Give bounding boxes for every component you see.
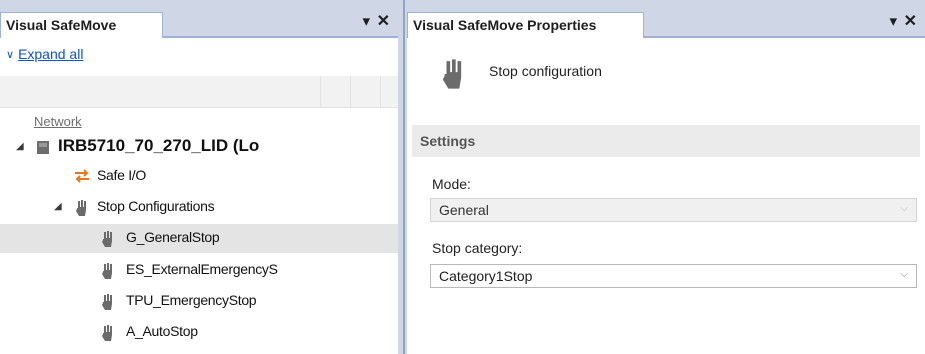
collapse-arrow-icon[interactable]: ◢ bbox=[54, 201, 62, 212]
expand-all-link[interactable]: Expand all bbox=[18, 46, 83, 62]
tab-visual-safemove[interactable]: Visual SafeMove bbox=[0, 12, 163, 38]
stop-hand-icon bbox=[441, 56, 463, 95]
chevron-down-icon: ⌵ bbox=[900, 203, 908, 214]
panel-splitter[interactable] bbox=[403, 0, 405, 354]
stop-hand-icon bbox=[101, 324, 113, 345]
stop-hand-icon bbox=[101, 230, 113, 251]
tree-item-label: Stop Configurations bbox=[97, 198, 215, 214]
settings-section-header: Settings bbox=[412, 125, 920, 157]
toolbar-divider bbox=[380, 76, 381, 108]
close-icon[interactable]: ✕ bbox=[904, 12, 917, 32]
tab-visual-safemove-properties[interactable]: Visual SafeMove Properties bbox=[407, 12, 644, 38]
collapse-arrow-icon[interactable]: ◢ bbox=[16, 141, 24, 152]
mode-label: Mode: bbox=[432, 176, 471, 192]
chevron-down-icon: ⌵ bbox=[900, 269, 908, 280]
pin-dropdown-icon[interactable]: ▾ bbox=[362, 12, 370, 32]
tree-item-robot[interactable]: ◢ IRB5710_70_270_LID (Lo bbox=[0, 133, 398, 162]
tree-item-label: G_GeneralStop bbox=[126, 229, 220, 245]
visual-safemove-panel: Visual SafeMove ▾ ✕ ∨ Expand all Network … bbox=[0, 0, 398, 354]
right-panel-titlebar: Visual SafeMove Properties ▾ ✕ bbox=[407, 0, 925, 38]
stop-category-label: Stop category: bbox=[432, 240, 523, 256]
swap-arrows-icon bbox=[74, 169, 90, 186]
tree-item-label: Safe I/O bbox=[97, 167, 146, 183]
close-icon[interactable]: ✕ bbox=[377, 12, 390, 32]
tree-item-safe-io[interactable]: Safe I/O bbox=[0, 162, 398, 191]
tree-item-label: ES_ExternalEmergencyS bbox=[126, 261, 278, 277]
toolbar-strip bbox=[0, 76, 398, 108]
toolbar-divider bbox=[320, 76, 321, 108]
tree-item-stop[interactable]: ES_ExternalEmergencyS bbox=[0, 256, 398, 285]
toolbar-divider bbox=[350, 76, 351, 108]
robot-controller-icon bbox=[36, 140, 50, 159]
mode-select[interactable]: General ⌵ bbox=[430, 198, 917, 222]
stop-hand-icon bbox=[101, 293, 113, 314]
tree-item-stop-configurations[interactable]: ◢ Stop Configurations bbox=[0, 193, 398, 222]
tree-item-stop[interactable]: TPU_EmergencyStop bbox=[0, 287, 398, 316]
tree-item-stop[interactable]: A_AutoStop bbox=[0, 318, 398, 347]
mode-select-value: General bbox=[439, 202, 489, 218]
tree-item-label: TPU_EmergencyStop bbox=[126, 292, 257, 308]
visual-safemove-properties-panel: Visual SafeMove Properties ▾ ✕ Stop conf… bbox=[407, 0, 925, 354]
stop-category-select[interactable]: Category1Stop ⌵ bbox=[430, 264, 917, 288]
stop-hand-icon bbox=[101, 262, 113, 283]
stop-hand-icon bbox=[75, 199, 87, 220]
tree-item-label: A_AutoStop bbox=[126, 323, 198, 339]
expand-all-row[interactable]: ∨ Expand all bbox=[6, 46, 83, 62]
network-label: Network bbox=[34, 114, 82, 129]
tree-item-label: IRB5710_70_270_LID (Lo bbox=[58, 136, 260, 155]
stop-category-select-value: Category1Stop bbox=[439, 268, 533, 284]
properties-header-title: Stop configuration bbox=[489, 63, 602, 79]
double-chevron-down-icon: ∨ bbox=[6, 49, 15, 61]
tree-item-stop[interactable]: G_GeneralStop bbox=[0, 224, 398, 253]
left-panel-titlebar: Visual SafeMove ▾ ✕ bbox=[0, 0, 398, 38]
pin-dropdown-icon[interactable]: ▾ bbox=[889, 12, 897, 32]
